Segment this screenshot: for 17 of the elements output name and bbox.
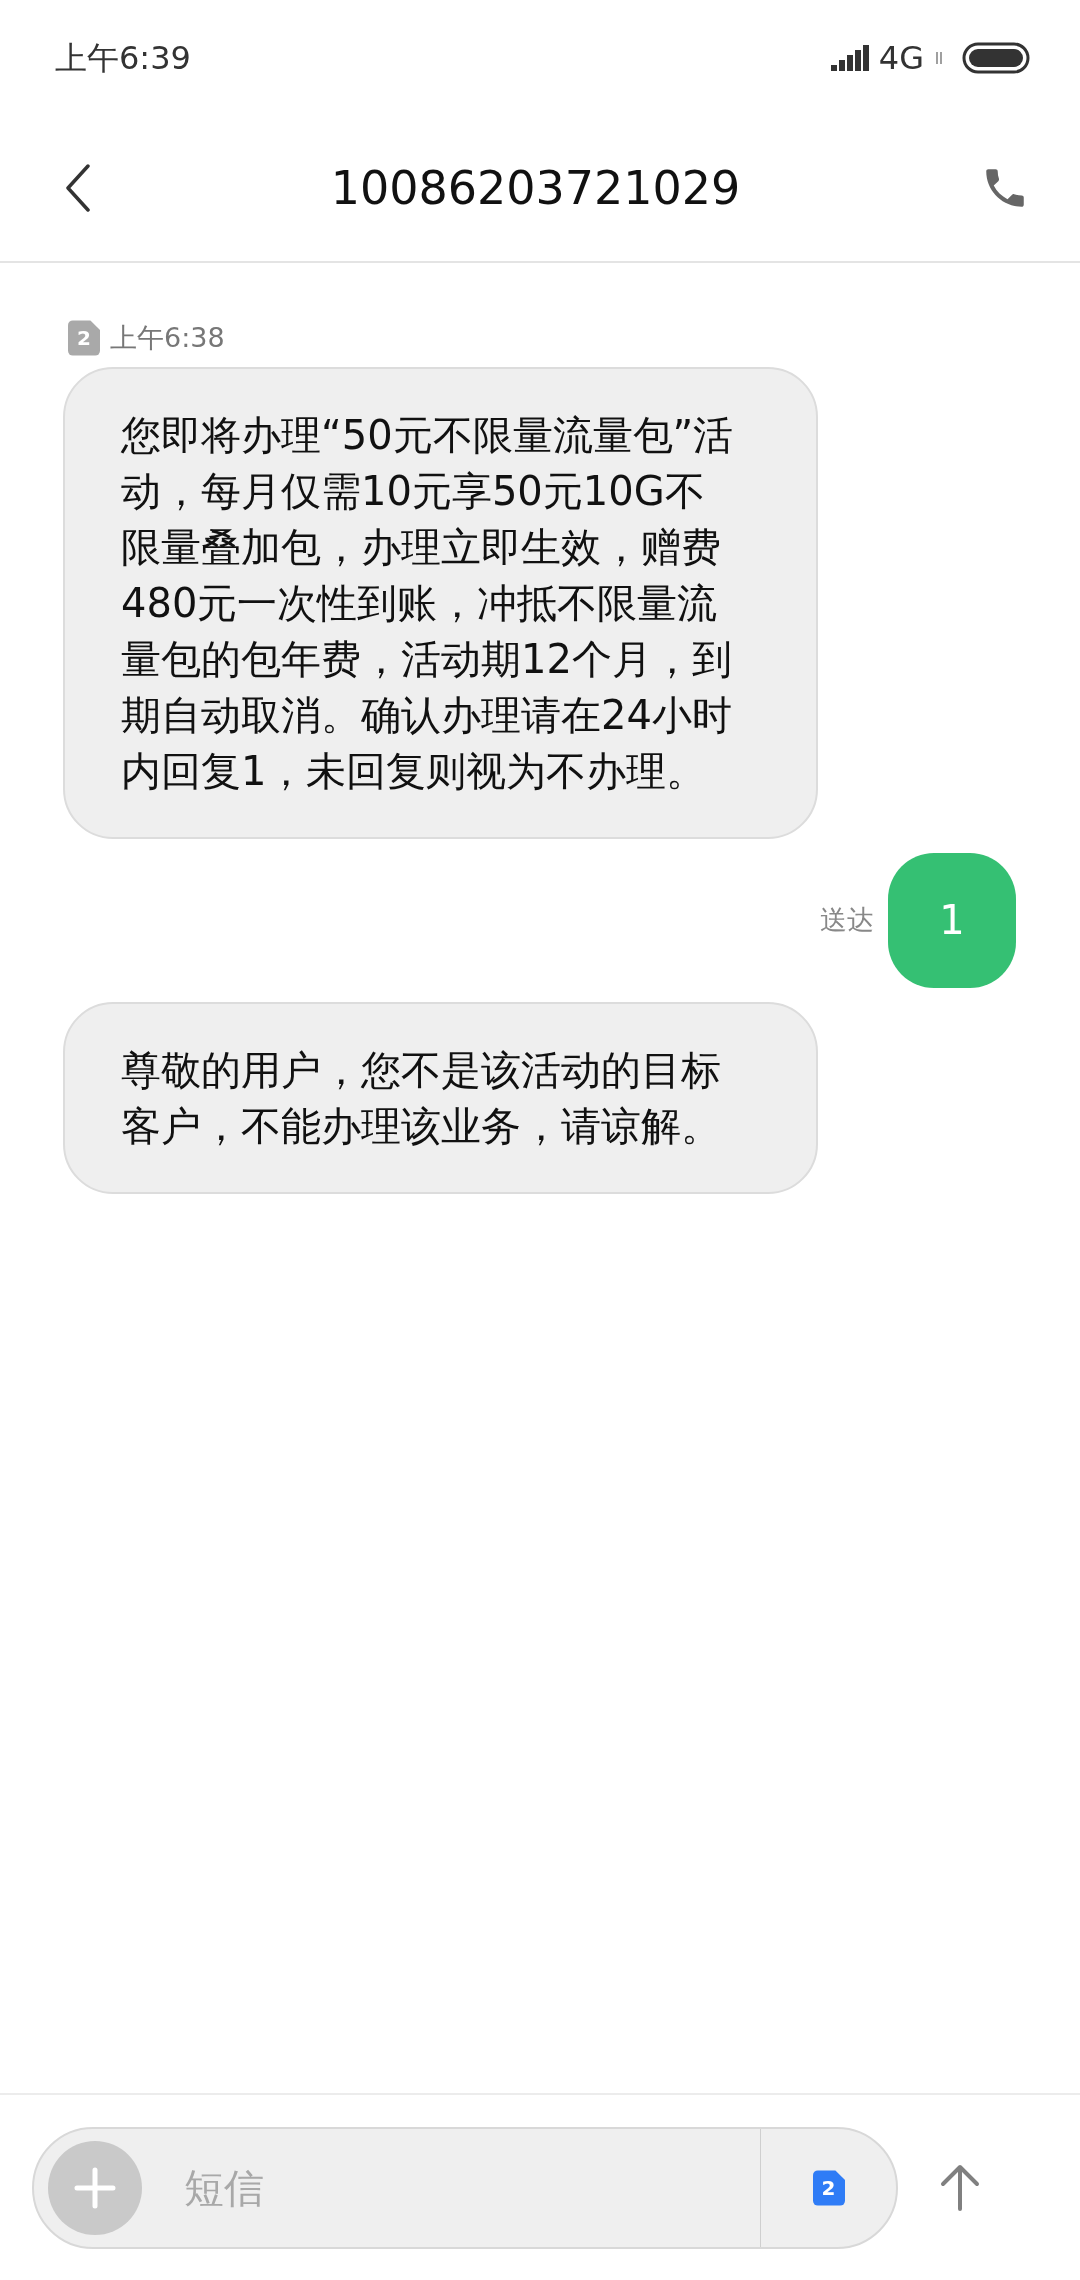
sim-card-icon: 2 (68, 320, 100, 357)
status-time: 上午6:39 (55, 37, 191, 79)
message-time: 上午6:38 (110, 321, 225, 355)
message-bubble: 1 (888, 852, 1016, 988)
send-icon[interactable] (938, 2163, 982, 2212)
message-bubble: 您即将办理“50元不限量流量包”活动，每月仅需10元享50元10G不限量叠加包，办理立即生效，赠费480元一次性到账，冲抵不限量流量包的包年费，活动期12个月，到期自动取消。确认办理请在24小时内回复1，未回复则视为不办理。 (63, 366, 818, 839)
contact-number: 10086203721029 (330, 159, 741, 217)
back-icon[interactable] (65, 164, 91, 212)
message-field[interactable]: 短信 2 (32, 2126, 898, 2249)
data-arrows-icon (934, 49, 944, 66)
delivery-status: 送达 (820, 902, 874, 937)
message-bubble: 尊敬的用户，您不是该活动的目标客户，不能办理该业务，请谅解。 (63, 1001, 818, 1194)
signal-icon (830, 44, 869, 71)
network-label: 4G (878, 37, 924, 79)
sim-select-icon[interactable]: 2 (812, 2169, 845, 2206)
plus-icon (74, 2166, 116, 2209)
battery-icon (962, 41, 1030, 74)
